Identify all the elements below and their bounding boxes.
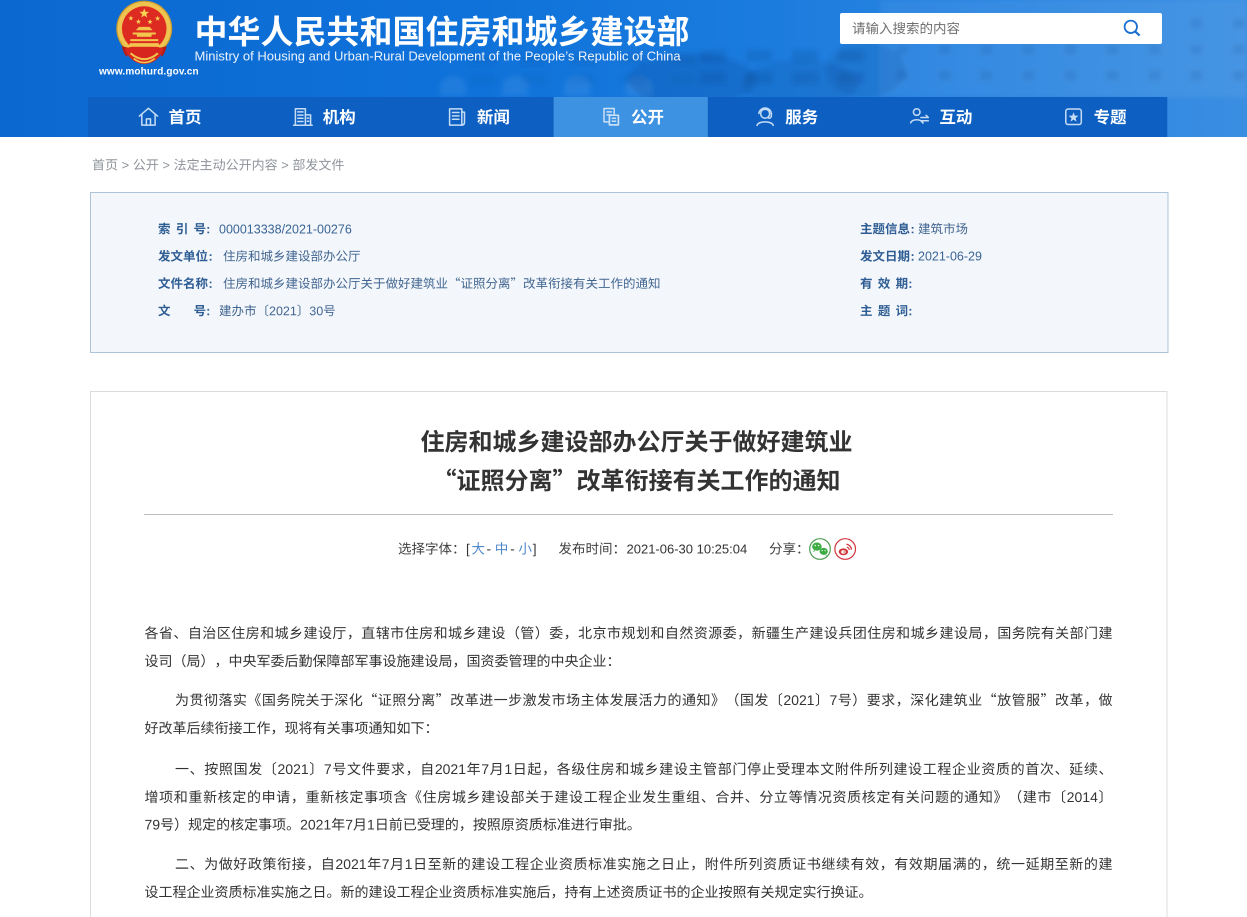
svg-text:Ministry of Housing and Urban-: Ministry of Housing and Urban-Rural Deve… bbox=[195, 49, 682, 64]
svg-text:2021-06-30 10:25:04: 2021-06-30 10:25:04 bbox=[627, 542, 748, 557]
svg-text:2021-06-29: 2021-06-29 bbox=[918, 250, 982, 264]
svg-text:www.mohurd.gov.cn: www.mohurd.gov.cn bbox=[98, 67, 199, 78]
svg-text:000013338/2021-00276: 000013338/2021-00276 bbox=[219, 222, 352, 236]
